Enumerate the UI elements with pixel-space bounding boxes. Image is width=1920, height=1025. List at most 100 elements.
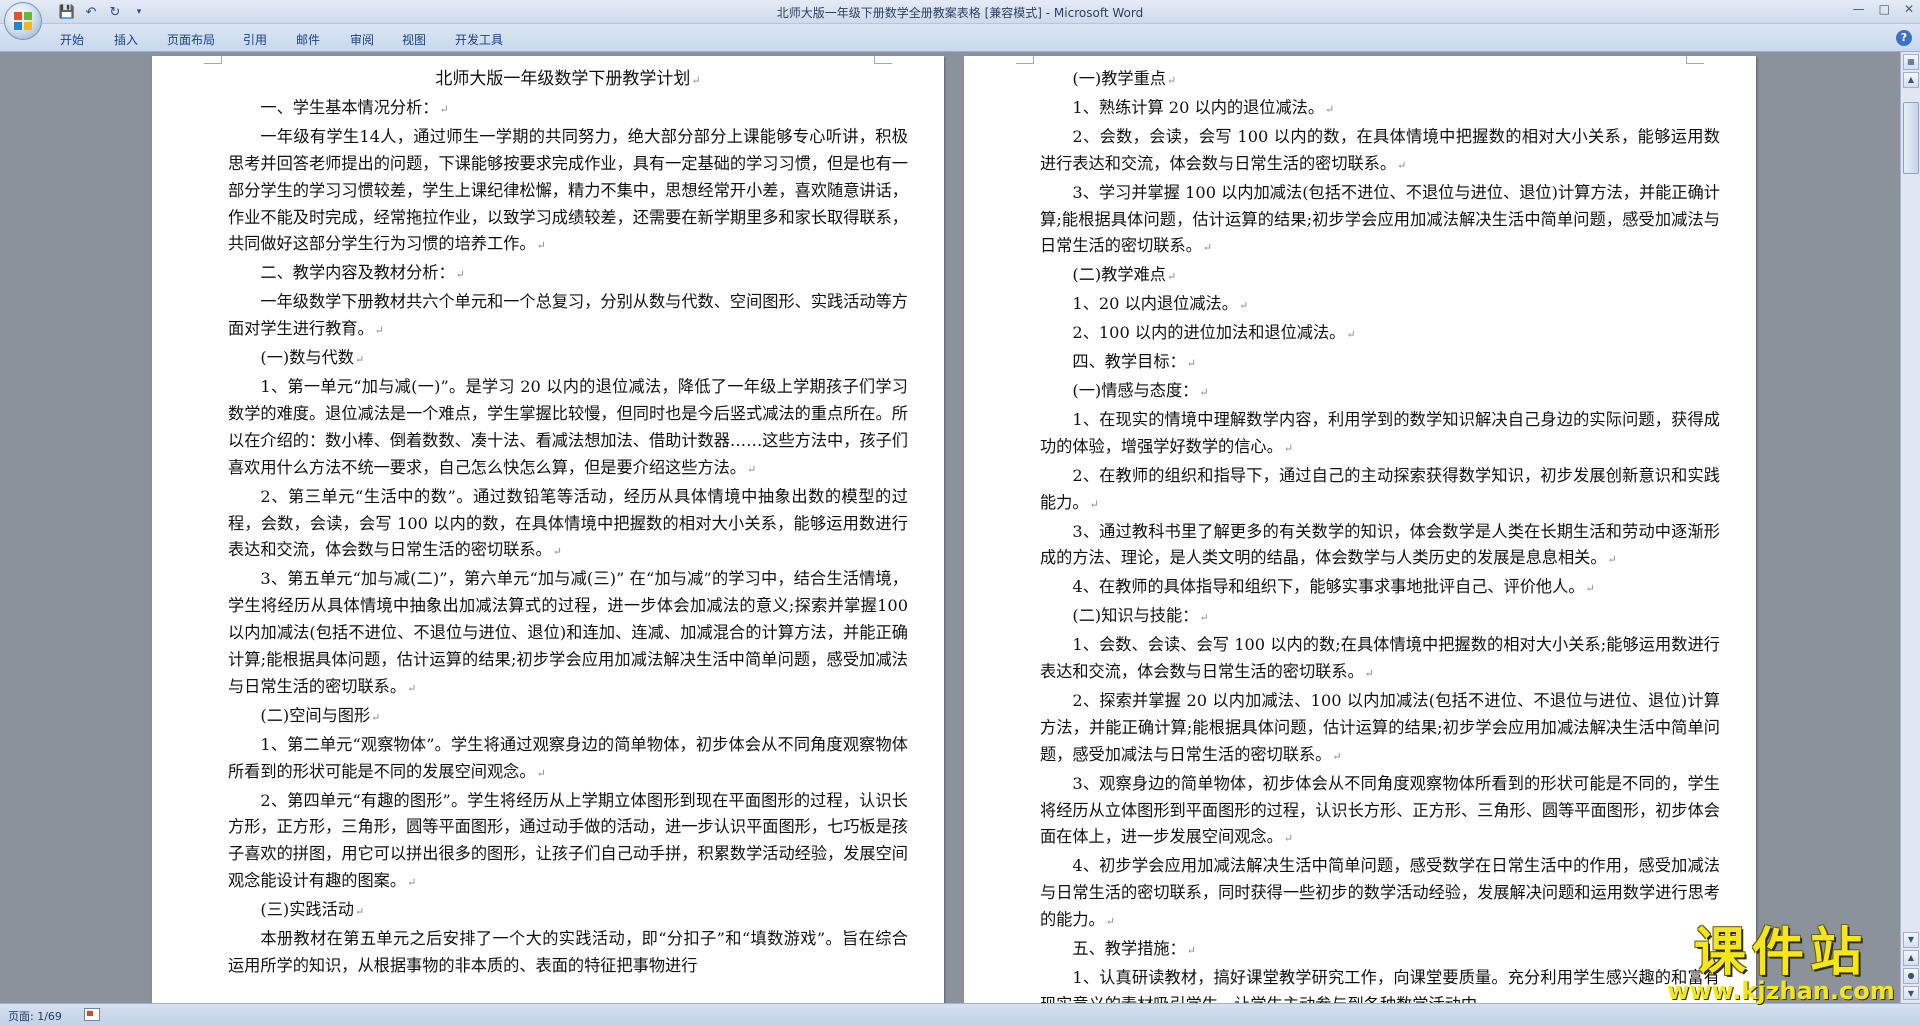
document-title: 北师大版一年级数学下册教学计划↵ <box>435 69 701 89</box>
tab-references[interactable]: 引用 <box>243 31 267 48</box>
office-button[interactable] <box>4 2 42 40</box>
paragraph: 2、探索并掌握 20 以内加减法、100 以内加减法(包括不进位、不退位与进位、… <box>1040 690 1720 764</box>
maximize-icon[interactable]: □ <box>1879 2 1890 16</box>
window-controls: — □ ✕ <box>1853 2 1914 16</box>
paragraph: 4、初步学会应用加减法解决生活中简单问题，感受数学在日常生活中的作用，感受加减法… <box>1040 856 1720 930</box>
paragraph-mark-icon: ↵ <box>1202 241 1213 255</box>
crop-mark <box>1016 56 1034 64</box>
ruler-toggle-icon[interactable]: ▦ <box>1903 54 1919 70</box>
paragraph: 1、20 以内退位减法。↵ <box>1072 294 1249 314</box>
paragraph-mark-icon: ↵ <box>354 353 365 367</box>
paragraph: 4、在教师的具体指导和组织下，能够实事求事地批评自己、评价他人。↵ <box>1072 577 1595 597</box>
next-page-icon[interactable]: ▼ <box>1903 986 1919 1000</box>
paragraph-mark-icon: ↵ <box>407 876 417 890</box>
scroll-down-icon[interactable]: ▼ <box>1903 932 1919 948</box>
paragraph-mark-icon: ↵ <box>1607 553 1617 567</box>
paragraph-mark-icon: ↵ <box>374 324 384 338</box>
paragraph: 2、第四单元“有趣的图形”。学生将经历从上学期立体图形到现在平面图形的过程，认识… <box>228 790 908 891</box>
paragraph: (一)情感与态度：↵ <box>1072 380 1209 400</box>
crop-mark <box>1686 56 1704 64</box>
paragraph: 1、会数、会读、会写 100 以内的数;在具体情境中把握数的相对大小关系;能够运… <box>1040 635 1720 682</box>
paragraph: 1、认真研读教材，搞好课堂教学研究工作，向课堂要质量。充分利用学生感兴趣的和富有… <box>1040 968 1720 1003</box>
paragraph: (一)数与代数↵ <box>260 348 365 368</box>
paragraph: 一年级数学下册教材共六个单元和一个总复习，分别从数与代数、空间图形、实践活动等方… <box>228 292 908 339</box>
paragraph-mark-icon: ↵ <box>1199 611 1209 625</box>
paragraph: (二)空间与图形↵ <box>260 705 381 725</box>
paragraph-mark-icon: ↵ <box>1186 944 1196 958</box>
tab-page-layout[interactable]: 页面布局 <box>167 31 215 48</box>
paragraph: 3、通过教科书里了解更多的有关数学的知识，体会数学是人类在长期生活和劳动中逐渐形… <box>1040 521 1720 568</box>
ribbon-tabs: 开始 插入 页面布局 引用 邮件 审阅 视图 开发工具 ? <box>0 24 1920 52</box>
scroll-up-icon[interactable]: ▲ <box>1903 72 1919 88</box>
paragraph-mark-icon: ↵ <box>1105 915 1115 929</box>
browse-object-icon[interactable]: ● <box>1903 968 1919 984</box>
paragraph: (二)知识与技能：↵ <box>1072 606 1209 626</box>
document-page-left[interactable]: 北师大版一年级数学下册教学计划↵ 一、学生基本情况分析：↵ 一年级有学生14人，通… <box>152 56 944 1003</box>
paragraph: 1、熟练计算 20 以内的退位减法。↵ <box>1072 97 1335 117</box>
help-icon[interactable]: ? <box>1896 30 1912 46</box>
paragraph: 3、第五单元“加与减(二)”，第六单元“加与减(三)” 在“加与减”的学习中，结… <box>228 569 908 696</box>
paragraph-mark-icon: ↵ <box>552 545 562 559</box>
paragraph-mark-icon: ↵ <box>1325 102 1335 116</box>
window-title: 北师大版一年级下册数学全册教案表格 [兼容模式] - Microsoft Wor… <box>776 6 1144 20</box>
paragraph-mark-icon: ↵ <box>536 239 546 253</box>
paragraph-mark-icon: ↵ <box>371 710 381 724</box>
paragraph: (三)实践活动↵ <box>260 900 365 920</box>
paragraph-mark-icon: ↵ <box>1364 667 1374 681</box>
document-page-right[interactable]: (一)教学重点↵ 1、熟练计算 20 以内的退位减法。↵ 2、会数，会读，会写 10… <box>964 56 1756 1003</box>
tab-developer[interactable]: 开发工具 <box>455 31 503 48</box>
paragraph: 四、教学目标：↵ <box>1072 352 1196 372</box>
previous-page-icon[interactable]: ▲ <box>1903 950 1919 966</box>
paragraph-mark-icon: ↵ <box>747 462 757 476</box>
paragraph: 本册教材在第五单元之后安排了一个大的实践活动，即“分扣子”和“填数游戏”。旨在综… <box>228 929 908 975</box>
paragraph-mark-icon: ↵ <box>1089 497 1099 511</box>
vertical-scrollbar[interactable]: ▦ ▲ ▼ ▲ ● ▼ <box>1900 52 1920 1003</box>
tab-review[interactable]: 审阅 <box>350 31 374 48</box>
tab-mailings[interactable]: 邮件 <box>296 31 320 48</box>
paragraph-mark-icon: ↵ <box>1283 832 1294 846</box>
paragraph-mark-icon: ↵ <box>1332 749 1342 763</box>
paragraph-mark-icon: ↵ <box>1166 74 1177 87</box>
paragraph-mark-icon: ↵ <box>1397 158 1407 172</box>
paragraph: 1、在现实的情境中理解数学内容，利用学到的数学知识解决自己身边的实际问题，获得成… <box>1040 409 1720 456</box>
paragraph: 2、会数，会读，会写 100 以内的数，在具体情境中把握数的相对大小关系，能够运… <box>1040 126 1720 173</box>
paragraph: 2、第三单元“生活中的数”。通过数铅笔等活动，经历从具体情境中抽象出数的模型的过… <box>228 486 908 560</box>
macro-record-icon[interactable] <box>84 1008 100 1021</box>
paragraph-mark-icon: ↵ <box>1238 299 1249 313</box>
watermark-url: www.kjzhan.com <box>1667 977 1895 1005</box>
paragraph-mark-icon: ↵ <box>354 905 365 919</box>
crop-mark <box>204 56 222 64</box>
paragraph-mark-icon: ↵ <box>439 102 449 116</box>
scroll-thumb[interactable] <box>1903 102 1919 174</box>
paragraph: 二、教学内容及教材分析：↵ <box>260 263 465 283</box>
paragraph: 1、第一单元“加与减(一)”。是学习 20 以内的退位减法，降低了一年级上学期孩… <box>228 376 908 477</box>
page-text[interactable]: 北师大版一年级数学下册教学计划↵ 一、学生基本情况分析：↵ 一年级有学生14人，通… <box>228 66 908 980</box>
tab-home[interactable]: 开始 <box>60 31 84 48</box>
tab-view[interactable]: 视图 <box>402 31 426 48</box>
paragraph: 五、教学措施：↵ <box>1072 939 1196 959</box>
paragraph-mark-icon: ↵ <box>1346 328 1356 342</box>
paragraph: 3、学习并掌握 100 以内加减法(包括不进位、不退位与进位、退位)计算方法，并… <box>1040 182 1720 256</box>
paragraph-mark-icon: ↵ <box>455 268 465 282</box>
paragraph: 1、第二单元“观察物体”。学生将通过观察身边的简单物体，初步体会从不同角度观察物… <box>228 734 908 781</box>
paragraph-mark-icon: ↵ <box>1283 441 1294 455</box>
minimize-icon[interactable]: — <box>1853 2 1865 16</box>
page-counter[interactable]: 页面: 1/69 <box>8 1008 62 1024</box>
paragraph: (一)教学重点↵ <box>1072 69 1177 88</box>
paragraph: 3、观察身边的简单物体，初步体会从不同角度观察物体所看到的形状可能是不同的，学生… <box>1040 773 1720 847</box>
close-icon[interactable]: ✕ <box>1904 2 1914 16</box>
document-workspace: 北师大版一年级数学下册教学计划↵ 一、学生基本情况分析：↵ 一年级有学生14人，通… <box>0 52 1900 1003</box>
paragraph: (二)教学难点↵ <box>1072 265 1177 285</box>
status-bar: 页面: 1/69 <box>0 1003 1920 1025</box>
paragraph-mark-icon: ↵ <box>1585 582 1595 596</box>
office-logo-icon <box>14 12 32 30</box>
paragraph-mark-icon: ↵ <box>1166 270 1177 284</box>
paragraph: 一、学生基本情况分析：↵ <box>260 97 449 117</box>
page-text[interactable]: (一)教学重点↵ 1、熟练计算 20 以内的退位减法。↵ 2、会数，会读，会写 10… <box>1040 66 1720 1003</box>
tab-insert[interactable]: 插入 <box>114 31 138 48</box>
title-bar: 💾 ↶ ↻ ▾ 北师大版一年级下册数学全册教案表格 [兼容模式] - Micro… <box>0 0 1920 24</box>
paragraph-mark-icon: ↵ <box>1186 357 1196 371</box>
watermark-title: 课件站 <box>1693 923 1868 983</box>
crop-mark <box>874 56 892 64</box>
paragraph-mark-icon: ↵ <box>407 681 417 695</box>
